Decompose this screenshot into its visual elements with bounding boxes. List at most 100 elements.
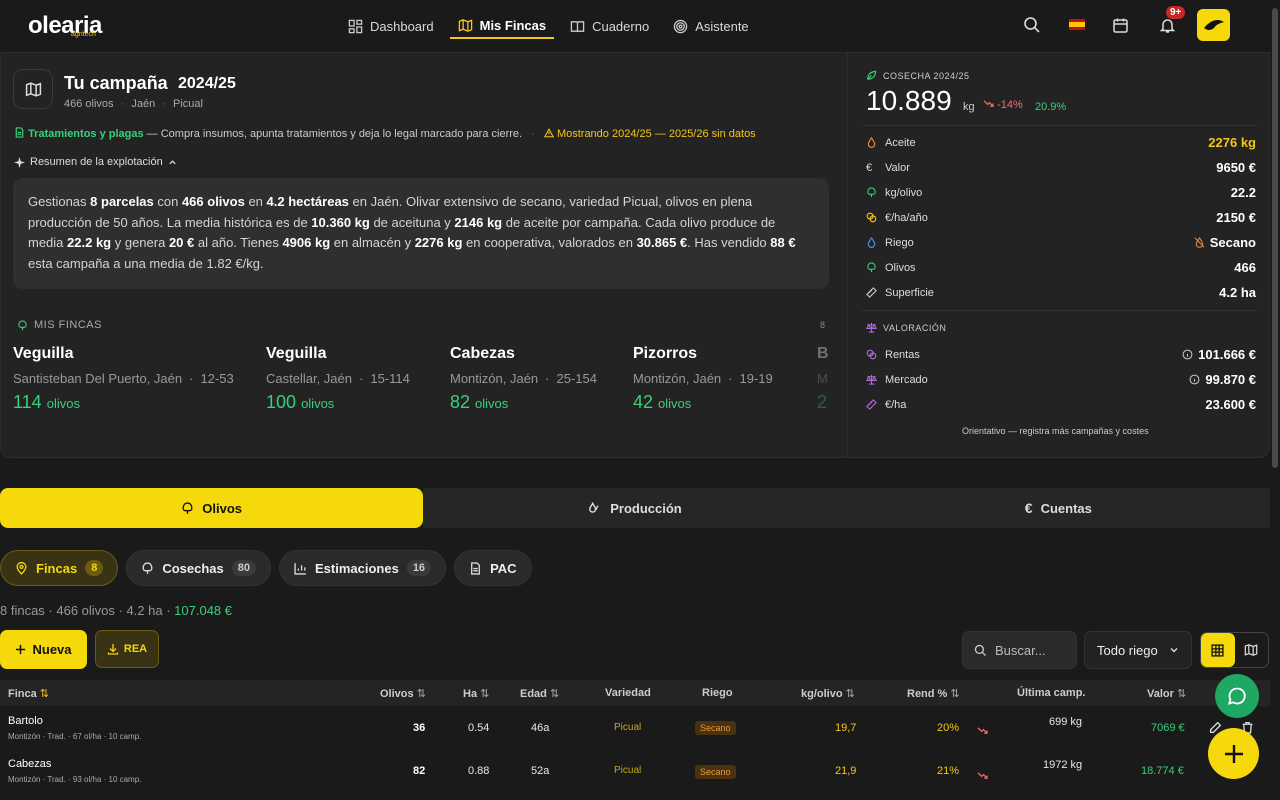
document-icon xyxy=(471,561,481,575)
separator: · xyxy=(120,98,125,110)
subtab-pac[interactable]: PAC xyxy=(454,550,532,586)
col-rend[interactable]: Rend % ⇅ xyxy=(907,687,960,700)
campaign-title: Tu campaña xyxy=(64,73,168,93)
campaign-variety: Picual xyxy=(173,98,203,110)
euro-icon: € xyxy=(866,161,873,174)
scrollbar-thumb[interactable] xyxy=(1272,8,1278,468)
cell-variedad: Picual xyxy=(614,722,642,733)
table-row[interactable]: Cabezas Montizón · Trad. · 93 ol/ha · 10… xyxy=(0,751,1270,794)
leaf-icon xyxy=(867,70,877,80)
cell-edad: 52a xyxy=(531,765,550,777)
search-field[interactable]: Buscar... xyxy=(962,631,1077,669)
search-icon[interactable] xyxy=(1022,15,1042,35)
stat-kg-olivo: kg/olivo 22.2 xyxy=(866,185,1256,200)
subtab-estimaciones[interactable]: Estimaciones 16 xyxy=(278,550,447,586)
book-icon xyxy=(570,20,585,32)
finca-card[interactable]: Veguilla Santisteban Del Puerto, Jaén · 12… xyxy=(13,345,234,413)
cosecha-unit: kg xyxy=(963,101,975,113)
sparkle-icon xyxy=(14,156,25,168)
info-icon xyxy=(1182,349,1193,360)
map-icon xyxy=(1244,644,1258,656)
cell-valor: 18.774 € xyxy=(1141,765,1184,777)
valor-mercado: Mercado 99.870 € xyxy=(866,372,1256,387)
map-button[interactable] xyxy=(13,69,53,109)
divider xyxy=(862,310,1257,311)
cell-variedad: Picual xyxy=(614,765,642,776)
add-button[interactable] xyxy=(1208,728,1259,779)
chat-icon xyxy=(1227,687,1246,705)
nav-asistente[interactable]: Asistente xyxy=(665,13,756,39)
finca-card[interactable]: Cabezas Montizón, Jaén · 25-154 82 olivos xyxy=(450,345,597,413)
cell-rend: 21% xyxy=(937,765,960,777)
map-view-button[interactable] xyxy=(1235,633,1269,667)
fincas-carousel: Veguilla Santisteban Del Puerto, Jaén · 12… xyxy=(13,345,828,435)
drops-icon xyxy=(589,501,599,513)
tab-olivos[interactable]: Olivos xyxy=(0,488,424,528)
finca-name[interactable]: Cabezas xyxy=(8,758,51,770)
col-olivos[interactable]: Olivos ⇅ xyxy=(380,687,426,700)
warning-icon xyxy=(543,128,554,138)
trend-down-icon xyxy=(977,771,988,783)
col-finca[interactable]: Finca ⇅ xyxy=(8,687,49,700)
grid-icon xyxy=(1211,643,1224,657)
main-tabs: Olivos Producción € Cuentas xyxy=(0,488,1270,528)
spain-flag-icon[interactable] xyxy=(1069,19,1085,30)
cell-riego-badge: Secano xyxy=(695,765,736,779)
nav-label: Asistente xyxy=(695,18,749,34)
tratamientos-link[interactable]: Tratamientos y plagas xyxy=(28,128,144,140)
finca-card[interactable]: Pizorros Montizón, Jaén · 19-19 42 olivos xyxy=(633,345,773,413)
finca-name[interactable]: Bartolo xyxy=(8,715,43,727)
scale-icon xyxy=(866,322,877,333)
campaign-subtitle: 466 olivos · Jaén · Picual xyxy=(64,98,203,110)
nav-dashboard[interactable]: Dashboard xyxy=(340,13,442,39)
col-valor[interactable]: Valor ⇅ xyxy=(1147,687,1186,700)
cell-riego-badge: Secano xyxy=(695,721,736,735)
nav-label: Mis Fincas xyxy=(479,17,547,33)
ruler-icon xyxy=(866,399,877,410)
cell-ha: 0.54 xyxy=(468,722,490,734)
tab-cuentas[interactable]: € Cuentas xyxy=(846,488,1270,528)
table-view-button[interactable] xyxy=(1201,633,1235,667)
valor-eur-ha: €/ha 23.600 € xyxy=(866,397,1256,412)
chat-button[interactable] xyxy=(1215,674,1259,718)
olive-logo-icon xyxy=(1203,20,1224,30)
fincas-summary: 8 fincas · 466 olivos · 4.2 ha · 107.048… xyxy=(0,603,232,618)
stat-olivos: Olivos 466 xyxy=(866,260,1256,275)
coins-icon xyxy=(866,212,877,223)
rea-download-button[interactable]: REA xyxy=(95,630,159,668)
cell-ultima: 699 kg xyxy=(1049,716,1083,728)
cosecha-delta: -14% xyxy=(983,99,1023,111)
subtab-fincas[interactable]: Fincas 8 xyxy=(0,550,119,586)
subtab-cosechas[interactable]: Cosechas 80 xyxy=(126,550,271,586)
cell-valor: 7069 € xyxy=(1151,722,1185,734)
riego-filter-select[interactable]: Todo riego xyxy=(1084,631,1192,669)
target-icon xyxy=(673,19,688,33)
cell-kg-olivo: 21,9 xyxy=(835,765,857,777)
no-water-icon xyxy=(1194,237,1205,248)
col-edad[interactable]: Edad ⇅ xyxy=(520,687,559,700)
new-finca-button[interactable]: Nueva xyxy=(0,630,87,669)
table-header: Finca ⇅ Olivos ⇅ Ha ⇅ Edad ⇅ Variedad Ri… xyxy=(0,680,1270,706)
col-kg-olivo[interactable]: kg/olivo ⇅ xyxy=(801,687,855,700)
resumen-toggle[interactable]: Resumen de la explotación xyxy=(14,156,177,168)
nav-mis-fincas[interactable]: Mis Fincas xyxy=(449,13,555,39)
mis-fincas-heading: MIS FINCAS xyxy=(17,319,102,331)
finca-card[interactable]: B M 2 xyxy=(817,345,828,413)
tab-produccion[interactable]: Producción xyxy=(423,488,847,528)
info-icon xyxy=(1189,374,1200,385)
table-row[interactable]: Bartolo Montizón · Trad. · 67 ol/ha · 10… xyxy=(0,708,1270,751)
col-ha[interactable]: Ha ⇅ xyxy=(463,687,489,700)
calendar-icon[interactable] xyxy=(1110,15,1130,35)
user-avatar[interactable] xyxy=(1197,9,1230,41)
cell-olivos: 36 xyxy=(413,722,426,734)
cell-ha: 0.88 xyxy=(468,765,490,777)
nav-cuaderno[interactable]: Cuaderno xyxy=(562,13,657,39)
main-nav: Dashboard Mis Fincas Cuaderno Asistente xyxy=(340,13,757,39)
stat-valor: € Valor 9650 € xyxy=(866,160,1256,175)
sub-tabs: Fincas 8 Cosechas 80 Estimaciones 16 PAC xyxy=(0,550,532,586)
finca-card[interactable]: Veguilla Castellar, Jaén · 15-114 100 oliv… xyxy=(266,345,410,413)
separator: · xyxy=(162,98,166,110)
campaign-year: 2024/25 xyxy=(178,75,236,92)
view-toggle xyxy=(1200,632,1269,668)
cosecha-pct: 20.9% xyxy=(1035,101,1067,113)
